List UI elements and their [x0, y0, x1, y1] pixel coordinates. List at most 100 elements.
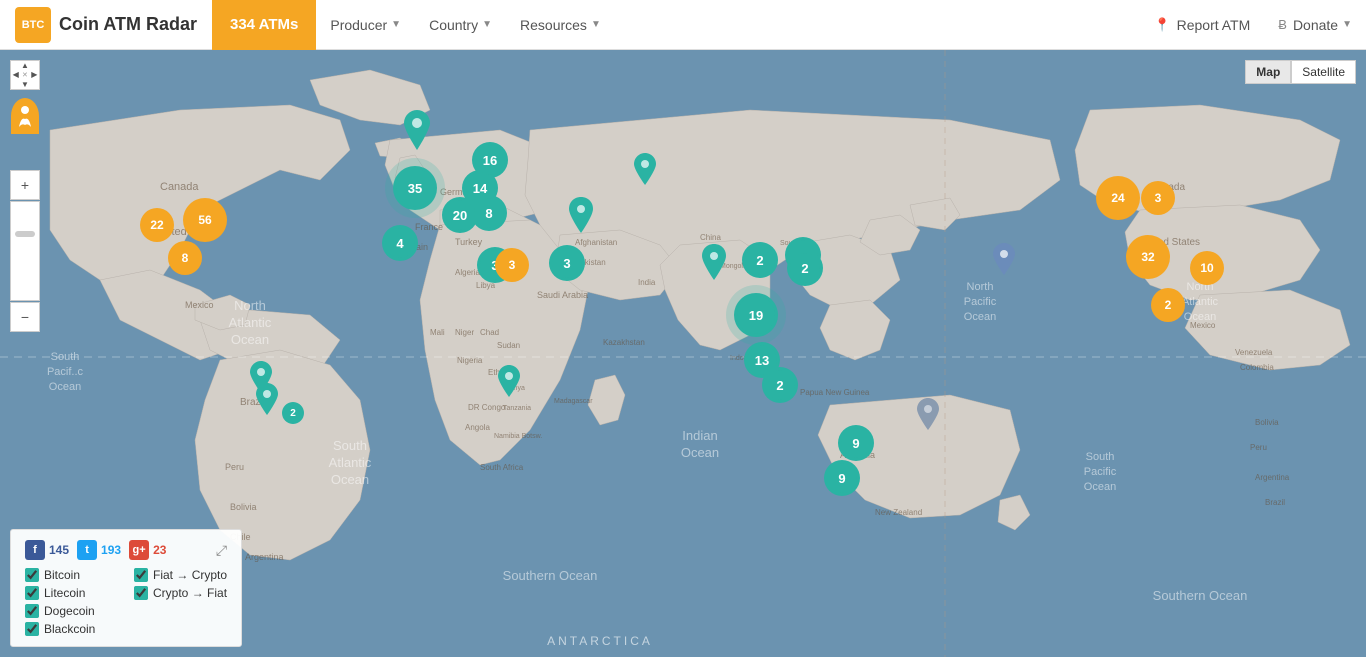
svg-text:Ocean: Ocean	[1084, 481, 1116, 493]
cluster-canada[interactable]: 24	[1096, 176, 1140, 220]
svg-text:Venezuela: Venezuela	[1235, 348, 1273, 357]
svg-text:Colombia: Colombia	[1240, 363, 1274, 372]
svg-text:Atlantic: Atlantic	[329, 455, 372, 470]
svg-text:Mali: Mali	[430, 328, 445, 337]
svg-text:Kazakhstan: Kazakhstan	[603, 338, 645, 347]
legend-litecoin: Litecoin	[25, 586, 118, 600]
cluster-us-south[interactable]: 8	[168, 241, 202, 275]
svg-text:Ocean: Ocean	[331, 472, 369, 487]
cluster-australia-s[interactable]: 9	[824, 460, 860, 496]
svg-text:Atlantic: Atlantic	[1182, 296, 1219, 308]
googleplus-badge[interactable]: g+ 23	[129, 540, 166, 560]
svg-text:Pacific: Pacific	[1084, 466, 1117, 478]
twitter-badge[interactable]: t 193	[77, 540, 121, 560]
cluster-canada2[interactable]: 3	[1141, 181, 1175, 215]
pin-kazakhstan[interactable]	[634, 153, 656, 190]
twitter-count: 193	[101, 543, 121, 557]
cluster-africa[interactable]: 3	[495, 248, 529, 282]
bitcoin-label: Bitcoin	[44, 568, 80, 582]
pin-brazil2[interactable]	[256, 383, 278, 420]
svg-text:Turkey: Turkey	[455, 237, 483, 247]
svg-text:ANTARCTICA: ANTARCTICA	[547, 634, 653, 648]
zoom-slider[interactable]	[10, 201, 40, 301]
svg-text:Saudi Arabia: Saudi Arabia	[537, 290, 588, 300]
logo-area: BTC Coin ATM Radar	[0, 7, 212, 43]
bitcoin-checkbox[interactable]	[25, 568, 39, 582]
cluster-uk[interactable]: 35	[393, 166, 437, 210]
pegman[interactable]	[11, 98, 39, 134]
cluster-middle-east[interactable]: 3	[549, 245, 585, 281]
zoom-controls: + −	[10, 170, 40, 332]
svg-text:Atlantic: Atlantic	[229, 315, 272, 330]
svg-text:Mexico: Mexico	[185, 300, 214, 310]
cluster-us-east[interactable]: 56	[183, 198, 227, 242]
pin-oceania[interactable]	[993, 243, 1015, 280]
svg-text:Brazil: Brazil	[1265, 498, 1285, 507]
svg-text:Ocean: Ocean	[231, 332, 269, 347]
svg-text:Peru: Peru	[225, 462, 244, 472]
pin-uk[interactable]	[404, 110, 430, 155]
pin-india[interactable]	[702, 244, 726, 285]
cluster-china[interactable]: 2	[742, 242, 778, 278]
cluster-mexico[interactable]: 2	[1151, 288, 1185, 322]
nav-report-atm[interactable]: 📍 Report ATM	[1140, 0, 1264, 50]
blackcoin-checkbox[interactable]	[25, 622, 39, 636]
pan-up[interactable]: ▲	[20, 61, 29, 70]
twitter-icon: t	[77, 540, 97, 560]
legend-crypto-fiat: Crypto → Fiat	[134, 586, 227, 600]
cluster-japan2[interactable]: 2	[787, 250, 823, 286]
svg-text:Ocean: Ocean	[681, 445, 719, 460]
svg-text:Chad: Chad	[480, 328, 499, 337]
crypto-fiat-label: Crypto → Fiat	[153, 586, 227, 600]
litecoin-label: Litecoin	[44, 586, 85, 600]
map-type-map[interactable]: Map	[1245, 60, 1291, 84]
cluster-eu-north[interactable]: 16	[472, 142, 508, 178]
legend-bitcoin: Bitcoin	[25, 568, 118, 582]
cluster-india[interactable]: 19	[734, 293, 778, 337]
svg-text:Ocean: Ocean	[49, 381, 81, 393]
facebook-icon: f	[25, 540, 45, 560]
cluster-us-right2[interactable]: 10	[1190, 251, 1224, 285]
cluster-se-asia2[interactable]: 2	[762, 367, 798, 403]
map-container[interactable]: North Atlantic Ocean South Atlantic Ocea…	[0, 50, 1366, 657]
dogecoin-checkbox[interactable]	[25, 604, 39, 618]
pin-africa-south[interactable]	[498, 365, 520, 402]
pin-middle-east[interactable]	[569, 197, 593, 238]
svg-text:Papua New Guinea: Papua New Guinea	[800, 388, 870, 397]
fiat-crypto-checkbox[interactable]	[134, 568, 148, 582]
litecoin-checkbox[interactable]	[25, 586, 39, 600]
pan-control[interactable]: ▲ ◀ ✕ ▶ ▼	[10, 60, 40, 90]
pan-left[interactable]: ◀	[11, 70, 20, 79]
nav-resources[interactable]: Resources ▼	[506, 0, 615, 50]
zoom-in-button[interactable]: +	[10, 170, 40, 200]
svg-text:DR Congo: DR Congo	[468, 403, 506, 412]
cluster-eu-west[interactable]: 4	[382, 225, 418, 261]
legend-box: f 145 t 193 g+ 23 ⤢ Bitcoin Fiat → Crypt…	[10, 529, 242, 647]
svg-text:South: South	[333, 438, 367, 453]
svg-text:Ocean: Ocean	[964, 311, 996, 323]
cluster-eu-east[interactable]: 8	[471, 195, 507, 231]
svg-text:Peru: Peru	[1250, 443, 1267, 452]
pan-down[interactable]: ▼	[20, 80, 29, 89]
zoom-out-button[interactable]: −	[10, 302, 40, 332]
cluster-us-west[interactable]: 22	[140, 208, 174, 242]
pan-right[interactable]: ▶	[30, 70, 39, 79]
legend-blackcoin: Blackcoin	[25, 622, 118, 636]
crypto-fiat-checkbox[interactable]	[134, 586, 148, 600]
svg-text:Afghanistan: Afghanistan	[575, 238, 617, 247]
svg-text:Angola: Angola	[465, 423, 490, 432]
svg-text:India: India	[638, 278, 656, 287]
cluster-brazil[interactable]: 2	[282, 402, 304, 424]
svg-text:Mexico: Mexico	[1190, 321, 1216, 330]
svg-text:Bolivia: Bolivia	[230, 502, 257, 512]
pin-nz[interactable]	[917, 398, 939, 435]
expand-button[interactable]: ⤢	[216, 542, 227, 559]
nav-producer[interactable]: Producer ▼	[316, 0, 415, 50]
nav-donate[interactable]: Ƀ Donate ▼	[1264, 0, 1366, 50]
nav-country[interactable]: Country ▼	[415, 0, 506, 50]
map-type-satellite[interactable]: Satellite	[1291, 60, 1356, 84]
facebook-badge[interactable]: f 145	[25, 540, 69, 560]
cluster-australia-n[interactable]: 9	[838, 425, 874, 461]
cluster-us-right[interactable]: 32	[1126, 235, 1170, 279]
svg-text:North: North	[234, 298, 266, 313]
